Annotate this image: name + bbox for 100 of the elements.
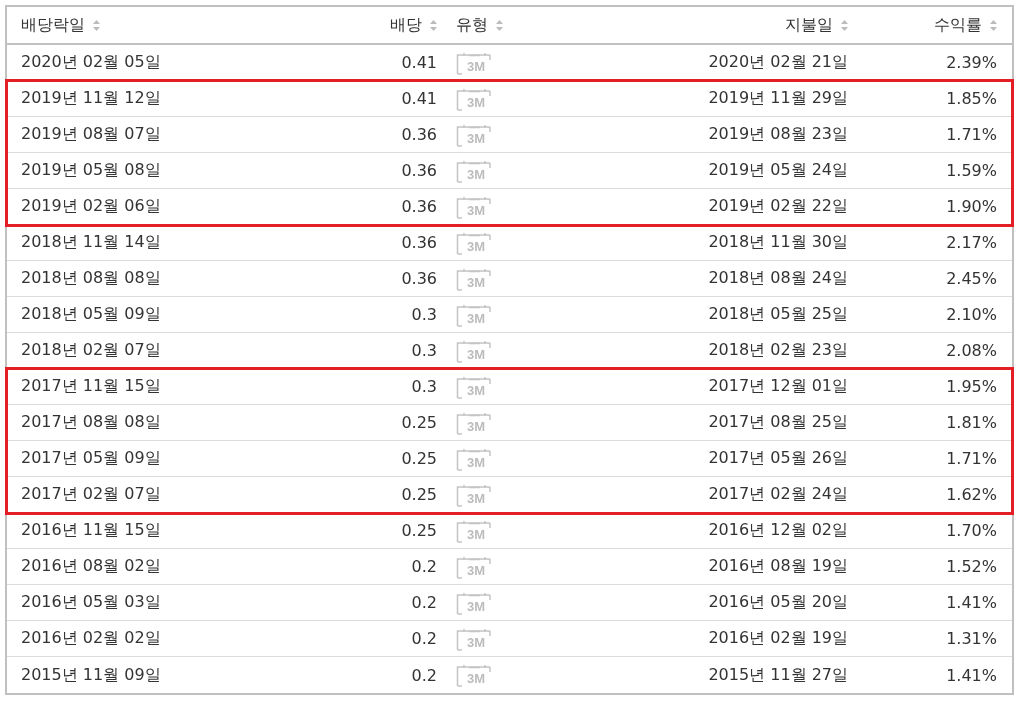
table-cell: 0.41 xyxy=(401,53,437,72)
table-cell: 2017년 12월 01일 xyxy=(708,376,848,397)
table-cell: 2017년 08월 08일 xyxy=(21,412,161,433)
table-cell: 0.25 xyxy=(401,485,437,504)
table-cell: 0.41 xyxy=(401,89,437,108)
table-cell: 2015년 11월 09일 xyxy=(21,664,161,686)
table-cell: 2017년 02월 07일 xyxy=(21,484,161,505)
sort-icon[interactable] xyxy=(990,19,997,31)
type-label: 3M xyxy=(467,311,486,326)
sort-icon[interactable] xyxy=(841,19,848,31)
table-cell: 2016년 02월 02일 xyxy=(21,628,161,649)
column-header[interactable]: 배당 xyxy=(390,14,422,36)
table-cell: 2019년 11월 12일 xyxy=(21,88,161,109)
table-cell: 0.2 xyxy=(411,557,437,576)
table-cell: 2.45% xyxy=(946,269,997,288)
table-cell: 1.52% xyxy=(946,557,997,576)
type-label: 3M xyxy=(467,239,486,254)
table-cell: 0.3 xyxy=(411,305,437,324)
calendar-icon xyxy=(456,663,492,687)
calendar-icon xyxy=(456,410,492,435)
type-label: 3M xyxy=(467,419,486,434)
calendar-icon xyxy=(456,626,492,651)
table-cell: 0.3 xyxy=(411,377,437,396)
sort-icon[interactable] xyxy=(496,19,503,31)
calendar-icon xyxy=(456,374,492,399)
calendar-icon xyxy=(456,446,492,471)
type-label: 3M xyxy=(467,491,486,506)
table-cell: 2.17% xyxy=(946,233,997,252)
table-cell: 2016년 05월 03일 xyxy=(21,592,161,613)
table-cell: 2017년 02월 24일 xyxy=(708,484,848,505)
table-cell: 2019년 02월 22일 xyxy=(708,196,848,217)
table-cell: 2016년 12월 02일 xyxy=(708,520,848,541)
table-cell: 2017년 08월 25일 xyxy=(708,412,848,433)
table-cell: 1.41% xyxy=(946,665,997,685)
calendar-icon xyxy=(456,50,492,75)
calendar-icon xyxy=(456,158,492,183)
table-cell: 2020년 02월 05일 xyxy=(21,52,161,73)
table-cell: 2016년 08월 02일 xyxy=(21,556,161,577)
column-header[interactable]: 배당락일 xyxy=(21,14,85,36)
table-cell: 1.71% xyxy=(946,125,997,144)
table-cell: 0.2 xyxy=(411,593,437,612)
table-cell: 2018년 02월 23일 xyxy=(708,340,848,361)
calendar-icon xyxy=(456,266,492,291)
type-label: 3M xyxy=(467,275,486,290)
type-label: 3M xyxy=(467,672,486,686)
table-cell: 1.70% xyxy=(946,521,997,540)
table-cell: 2018년 11월 14일 xyxy=(21,232,161,253)
column-header[interactable]: 지불일 xyxy=(785,14,833,36)
type-label: 3M xyxy=(467,383,486,398)
table-cell: 1.59% xyxy=(946,161,997,180)
type-label: 3M xyxy=(467,167,486,182)
table-cell: 0.36 xyxy=(401,269,437,288)
table-cell: 2019년 11월 29일 xyxy=(708,88,848,109)
table-cell: 2019년 08월 23일 xyxy=(708,124,848,145)
table-cell: 2016년 02월 19일 xyxy=(708,628,848,649)
table-cell: 1.90% xyxy=(946,197,997,216)
calendar-icon xyxy=(456,230,492,255)
sort-icon[interactable] xyxy=(93,19,100,31)
column-header[interactable]: 수익률 xyxy=(934,14,982,36)
table-cell: 0.2 xyxy=(411,665,437,685)
table-cell: 2.39% xyxy=(946,53,997,72)
type-label: 3M xyxy=(467,59,486,74)
table-cell: 2016년 08월 19일 xyxy=(708,556,848,577)
table-cell: 2017년 11월 15일 xyxy=(21,376,161,397)
table-cell: 1.31% xyxy=(946,629,997,648)
table-cell: 2017년 05월 26일 xyxy=(708,448,848,469)
calendar-icon xyxy=(456,554,492,579)
table-cell: 2020년 02월 21일 xyxy=(708,52,848,73)
calendar-icon xyxy=(456,122,492,147)
type-label: 3M xyxy=(467,599,486,614)
table-cell: 2019년 05월 24일 xyxy=(708,160,848,181)
table-cell: 1.85% xyxy=(946,89,997,108)
table-cell: 2018년 05월 09일 xyxy=(21,304,161,325)
table-cell: 0.3 xyxy=(411,341,437,360)
column-header[interactable]: 유형 xyxy=(456,14,488,36)
table-cell: 2019년 02월 06일 xyxy=(21,196,161,217)
table-cell: 0.2 xyxy=(411,629,437,648)
type-label: 3M xyxy=(467,347,486,362)
table-cell: 1.62% xyxy=(946,485,997,504)
table-cell: 2018년 11월 30일 xyxy=(708,232,848,253)
table-cell: 0.25 xyxy=(401,413,437,432)
sort-icon[interactable] xyxy=(430,19,437,31)
table-cell: 0.36 xyxy=(401,125,437,144)
table-cell: 2.08% xyxy=(946,341,997,360)
table-cell: 0.36 xyxy=(401,233,437,252)
table-cell: 2019년 05월 08일 xyxy=(21,160,161,181)
calendar-icon xyxy=(456,590,492,615)
table-cell: 0.36 xyxy=(401,197,437,216)
table-cell: 0.25 xyxy=(401,449,437,468)
table-cell: 2015년 11월 27일 xyxy=(708,664,848,686)
table-cell: 2016년 11월 15일 xyxy=(21,520,161,541)
table-cell: 1.71% xyxy=(946,449,997,468)
table-cell: 2019년 08월 07일 xyxy=(21,124,161,145)
table-cell: 2018년 02월 07일 xyxy=(21,340,161,361)
table-cell: 1.95% xyxy=(946,377,997,396)
type-label: 3M xyxy=(467,455,486,470)
table-cell: 2017년 05월 09일 xyxy=(21,448,161,469)
table-cell: 2018년 08월 08일 xyxy=(21,268,161,289)
table-cell: 2018년 05월 25일 xyxy=(708,304,848,325)
table-cell: 1.81% xyxy=(946,413,997,432)
